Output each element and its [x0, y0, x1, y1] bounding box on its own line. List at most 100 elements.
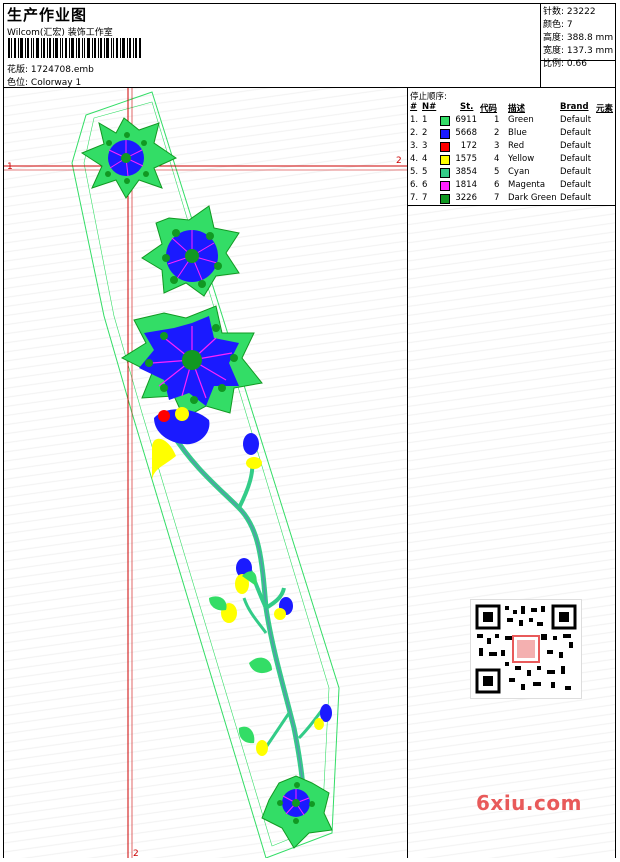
legend-row: 3. 3 172 3 Red Default: [408, 141, 615, 154]
legend-row: 7. 7 3226 7 Dark Green Default: [408, 193, 615, 206]
stat-width: 宽度: 137.3 mm: [543, 45, 615, 58]
legend-cell-desc: Cyan: [508, 167, 530, 177]
legend-cell-code: 3: [494, 141, 500, 151]
legend-cell-code: 1: [494, 115, 500, 125]
colorway-label: 色位:: [7, 78, 29, 88]
watermark-site: 6xiu.com: [476, 791, 582, 815]
color-swatch: [440, 142, 450, 152]
legend-cell-brand: Default: [560, 128, 592, 138]
legend-cell-desc: Magenta: [508, 180, 546, 190]
legend-header-stitches: St.: [460, 102, 474, 112]
flower-large: [120, 305, 263, 419]
stat-value: 7: [566, 20, 573, 30]
legend-cell-code: 5: [494, 167, 500, 177]
flower-middle: [141, 205, 240, 297]
legend-title: 停止顺序:: [410, 92, 447, 102]
colorway-value: Colorway 1: [30, 78, 82, 88]
stat-height: 高度: 388.8 mm: [543, 32, 615, 45]
production-sheet: 生产作业图 Wilcom(汇宏) 装饰工作室 花版: 1724708.emb 色…: [3, 3, 616, 859]
flower-top: [80, 117, 178, 199]
legend-cell-no: 3: [422, 141, 428, 151]
stat-label: 针数:: [543, 7, 565, 17]
legend-cell-index: 7.: [410, 193, 419, 203]
blank-area: 6xiu.com: [408, 206, 615, 858]
barcode-icon: [8, 38, 141, 58]
legend-cell-index: 5.: [410, 167, 419, 177]
legend-cell-no: 4: [422, 154, 428, 164]
qr-code-icon: [470, 599, 582, 699]
legend-header-no: N#: [422, 102, 437, 112]
legend-cell-stitches: 3226: [455, 193, 477, 203]
legend-cell-no: 7: [422, 193, 428, 203]
legend-row: 2. 2 5668 2 Blue Default: [408, 128, 615, 141]
company-name: Wilcom(汇宏) 装饰工作室: [7, 28, 113, 38]
legend-cell-desc: Red: [508, 141, 525, 151]
legend-header-code: 代码: [480, 104, 498, 114]
legend-row: 1. 1 6911 1 Green Default: [408, 115, 615, 128]
legend-cell-code: 2: [494, 128, 500, 138]
legend-row: 5. 5 3854 5 Cyan Default: [408, 167, 615, 180]
legend-row: 6. 6 1814 6 Magenta Default: [408, 180, 615, 193]
legend-cell-desc: Green: [508, 115, 534, 125]
marker-bottom: 2: [133, 849, 139, 858]
legend-cell-stitches: 1575: [455, 154, 477, 164]
legend-header-brand: Brand: [560, 102, 589, 112]
page-title: 生产作业图: [7, 6, 88, 24]
legend-cell-no: 1: [422, 115, 428, 125]
legend-cell-index: 6.: [410, 180, 419, 190]
design-value: 1724708.emb: [30, 65, 94, 75]
legend-cell-index: 3.: [410, 141, 419, 151]
legend-cell-stitches: 1814: [455, 180, 477, 190]
colorway: 色位: Colorway 1: [7, 75, 81, 88]
legend-cell-brand: Default: [560, 141, 592, 151]
legend-header-element: 元素: [596, 104, 614, 114]
color-legend: 停止顺序: # N# St. 代码 描述 Brand 元素 1. 1 6911 1 Gr…: [408, 88, 615, 206]
color-swatch: [440, 194, 450, 204]
legend-cell-no: 6: [422, 180, 428, 190]
legend-cell-no: 2: [422, 128, 428, 138]
design-file: 花版: 1724708.emb: [7, 62, 94, 75]
legend-cell-no: 5: [422, 167, 428, 177]
color-swatch: [440, 116, 450, 126]
legend-cell-brand: Default: [560, 167, 592, 177]
embroidery-preview: 1 2 2: [4, 88, 407, 859]
stat-stitches: 针数: 23222: [543, 6, 615, 19]
legend-cell-index: 4.: [410, 154, 419, 164]
stat-value: 137.3 mm: [566, 46, 614, 56]
stat-value: 388.8 mm: [566, 33, 614, 43]
stat-label: 高度:: [543, 33, 565, 43]
legend-cell-stitches: 3854: [455, 167, 477, 177]
marker-left: 1: [7, 162, 13, 172]
color-swatch: [440, 181, 450, 191]
legend-cell-code: 7: [494, 193, 500, 203]
legend-header-desc: 描述: [508, 104, 526, 114]
legend-header-index: #: [410, 102, 418, 112]
legend-cell-brand: Default: [560, 193, 592, 203]
marker-right: 2: [396, 156, 402, 166]
buds-stem: [209, 433, 332, 756]
stats-panel: 针数: 23222 颜色: 7 高度: 388.8 mm 宽度: 137.3 m…: [541, 4, 615, 88]
color-swatch: [440, 129, 450, 139]
stat-label: 颜色:: [543, 20, 565, 30]
legend-cell-desc: Yellow: [508, 154, 535, 164]
color-swatch: [440, 155, 450, 165]
design-canvas: 1 2 2: [4, 88, 408, 859]
divider: [541, 60, 615, 61]
header-panel: 生产作业图 Wilcom(汇宏) 装饰工作室 花版: 1724708.emb 色…: [4, 4, 541, 88]
legend-cell-stitches: 6911: [455, 115, 477, 125]
legend-cell-stitches: 172: [460, 141, 477, 151]
stat-colors: 颜色: 7: [543, 19, 615, 32]
stat-label: 宽度:: [543, 46, 565, 56]
legend-cell-stitches: 5668: [455, 128, 477, 138]
legend-row: 4. 4 1575 4 Yellow Default: [408, 154, 615, 167]
legend-cell-brand: Default: [560, 115, 592, 125]
stat-value: 23222: [566, 7, 596, 17]
legend-cell-desc: Dark Green: [508, 193, 557, 203]
color-swatch: [440, 168, 450, 178]
legend-cell-code: 6: [494, 180, 500, 190]
legend-cell-brand: Default: [560, 154, 592, 164]
legend-cell-index: 2.: [410, 128, 419, 138]
legend-cell-desc: Blue: [508, 128, 527, 138]
legend-cell-code: 4: [494, 154, 500, 164]
legend-cell-brand: Default: [560, 180, 592, 190]
